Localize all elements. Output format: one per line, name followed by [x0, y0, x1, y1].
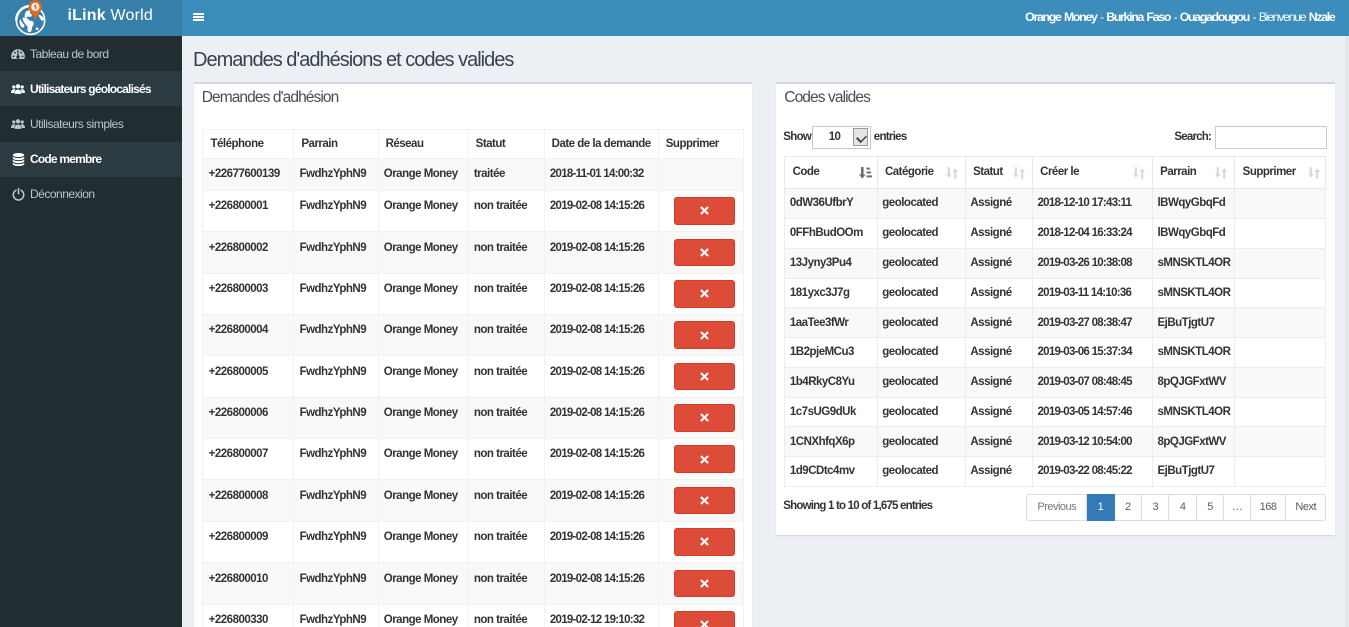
svg-text:$: $ — [34, 3, 38, 11]
